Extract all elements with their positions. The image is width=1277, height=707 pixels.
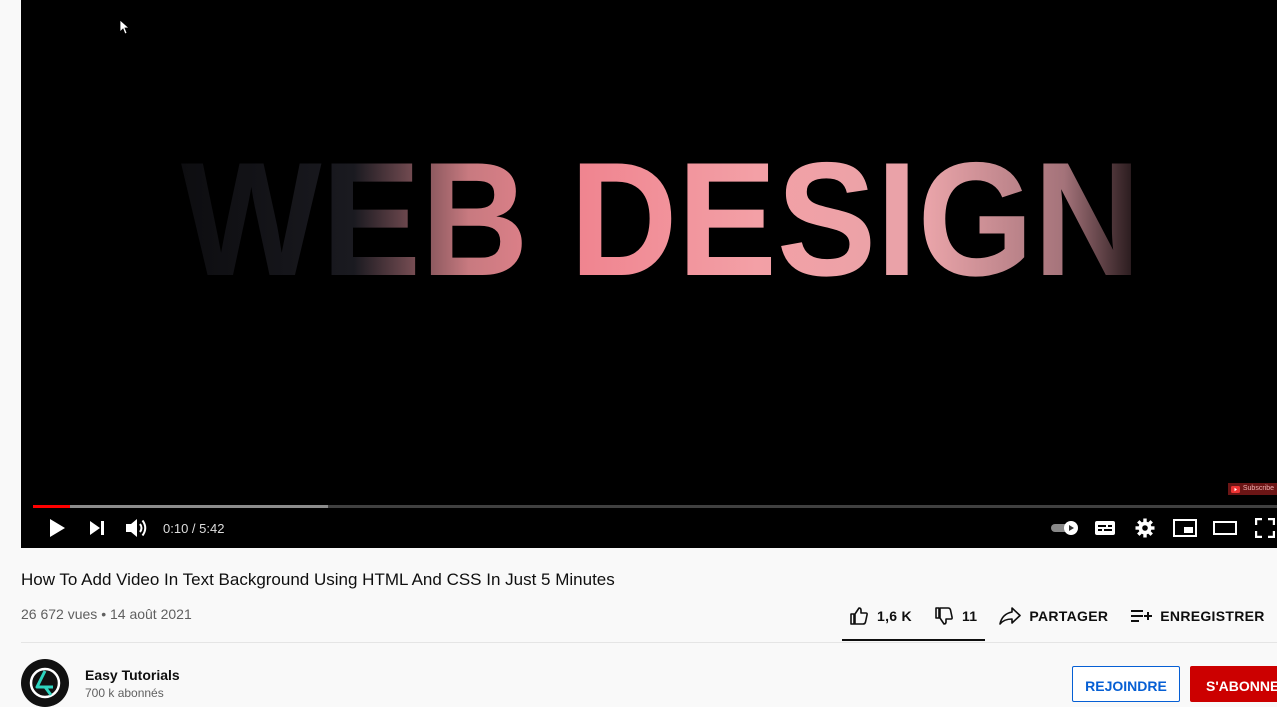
- volume-icon: [126, 519, 147, 537]
- next-button[interactable]: [77, 512, 117, 544]
- theater-mode-button[interactable]: [1205, 512, 1245, 544]
- next-icon: [90, 521, 104, 535]
- upload-date: 14 août 2021: [109, 606, 192, 622]
- svg-text:WEB DESIGN: WEB DESIGN: [181, 148, 1141, 288]
- like-count: 1,6 K: [877, 608, 912, 624]
- meta-separator: •: [101, 606, 107, 622]
- join-button[interactable]: REJOINDRE: [1072, 666, 1180, 702]
- video-meta: 26 672 vues • 14 août 2021: [21, 606, 192, 622]
- play-button[interactable]: [37, 512, 77, 544]
- subscribe-watermark[interactable]: Subscribe: [1227, 483, 1277, 495]
- miniplayer-button[interactable]: [1165, 512, 1205, 544]
- share-arrow-icon: [999, 607, 1022, 625]
- play-icon: [50, 519, 65, 537]
- video-frame-text: WEB DESIGN: [176, 148, 1146, 288]
- dislike-count: 11: [961, 608, 978, 624]
- settings-button[interactable]: [1125, 512, 1165, 544]
- mouse-cursor-icon: [119, 19, 131, 41]
- thumbs-up-icon: [850, 607, 868, 625]
- share-button[interactable]: PARTAGER: [999, 606, 1108, 626]
- autoplay-toggle-icon: [1051, 521, 1078, 535]
- progress-bar[interactable]: [33, 505, 1277, 508]
- channel-name[interactable]: Easy Tutorials: [85, 667, 180, 683]
- time-display: 0:10 / 5:42: [163, 520, 225, 536]
- subscribe-watermark-label: Subscribe: [1242, 485, 1274, 492]
- progress-played: [33, 505, 71, 508]
- subtitles-button[interactable]: [1085, 512, 1125, 544]
- action-bar: 1,6 K 11 PARTAGER ENREGISTRER ...: [843, 600, 1277, 632]
- divider: [21, 642, 1277, 643]
- dislike-button[interactable]: 11: [934, 606, 977, 626]
- subtitles-icon: [1095, 521, 1115, 535]
- fullscreen-icon: [1255, 518, 1275, 538]
- subscriber-count: 700 k abonnés: [85, 686, 164, 700]
- view-count: 26 672 vues: [21, 606, 98, 622]
- like-button[interactable]: 1,6 K: [849, 606, 912, 626]
- settings-gear-icon: [1135, 518, 1155, 538]
- autoplay-toggle[interactable]: [1045, 512, 1085, 544]
- playlist-add-icon: [1131, 610, 1153, 622]
- miniplayer-icon: [1173, 519, 1197, 537]
- volume-button[interactable]: [117, 512, 157, 544]
- video-player[interactable]: WEB DESIGN Subscribe 0:10 / 5:42: [21, 0, 1277, 548]
- thumbs-down-icon: [935, 607, 953, 625]
- progress-buffered: [33, 505, 328, 508]
- theater-mode-icon: [1213, 521, 1237, 535]
- channel-logo-icon: [29, 667, 61, 699]
- channel-avatar[interactable]: [21, 659, 69, 707]
- subscribe-button[interactable]: S'ABONNER: [1190, 666, 1277, 702]
- like-ratio-bar: [842, 639, 985, 641]
- video-title: How To Add Video In Text Background Usin…: [21, 570, 615, 589]
- save-label: ENREGISTRER: [1160, 608, 1265, 624]
- save-button[interactable]: ENREGISTRER: [1130, 607, 1264, 625]
- youtube-logo-icon: [1230, 485, 1240, 493]
- fullscreen-button[interactable]: [1245, 512, 1277, 544]
- share-label: PARTAGER: [1029, 608, 1109, 624]
